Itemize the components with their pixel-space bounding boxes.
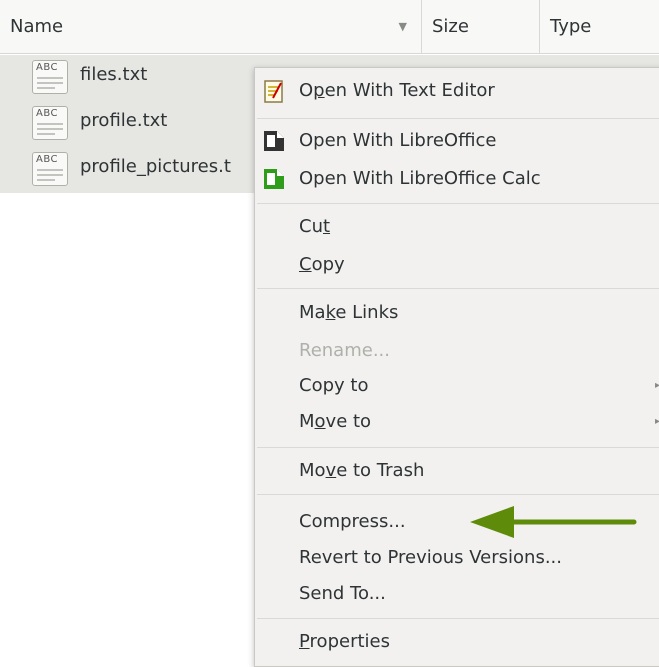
menu-label: Cu: [299, 216, 323, 237]
column-type-header[interactable]: Type: [540, 0, 659, 53]
menu-label: opy: [311, 254, 345, 275]
menu-item-revert-to-previous-versions[interactable]: Revert to Previous Versions...: [299, 540, 562, 576]
menu-mnemonic: C: [299, 254, 312, 275]
menu-item-move-to-trash[interactable]: Move to Trash: [299, 453, 424, 489]
menu-item-send-to[interactable]: Send To...: [299, 576, 386, 612]
menu-label: en With Text Editor: [324, 80, 495, 101]
column-name-header[interactable]: Name ▼: [0, 0, 422, 53]
context-menu: Open With Text Editor Open With LibreOff…: [254, 67, 659, 667]
menu-item-move-to[interactable]: Move to: [299, 404, 371, 440]
menu-mnemonic: P: [299, 631, 310, 652]
submenu-arrow-icon: ▸: [655, 380, 659, 391]
menu-mnemonic: k: [325, 302, 336, 323]
menu-label: Rename...: [299, 340, 390, 361]
menu-item-make-links[interactable]: Make Links: [299, 295, 398, 331]
menu-mnemonic: p: [313, 80, 325, 101]
menu-label: Revert to Previous Versions...: [299, 547, 562, 568]
menu-item-open-with-libreoffice-calc[interactable]: Open With LibreOffice Calc: [299, 161, 541, 197]
file-icon-text: ABC: [36, 108, 59, 119]
menu-item-cut[interactable]: Cut: [299, 209, 330, 245]
libreoffice-icon: [264, 131, 284, 151]
column-size-header[interactable]: Size: [422, 0, 540, 53]
file-name: profile.txt: [80, 110, 168, 131]
submenu-arrow-icon: ▸: [655, 416, 659, 427]
menu-item-properties[interactable]: Properties: [299, 624, 390, 660]
menu-mnemonic: t: [322, 216, 331, 237]
menu-label: Copy to: [299, 375, 369, 396]
file-name: files.txt: [80, 64, 148, 85]
sort-descending-icon: ▼: [398, 20, 407, 33]
menu-item-copy[interactable]: Copy: [299, 247, 345, 283]
menu-item-open-with-text-editor[interactable]: Open With Text Editor: [299, 73, 495, 109]
menu-label: Open With LibreOffice Calc: [299, 168, 541, 189]
text-file-icon: ABC: [32, 60, 68, 94]
menu-label: M: [299, 411, 315, 432]
file-icon-text: ABC: [36, 62, 59, 73]
menu-label: O: [299, 80, 314, 101]
text-file-icon: ABC: [32, 106, 68, 140]
menu-label: Ma: [299, 302, 326, 323]
menu-mnemonic: o: [314, 411, 326, 432]
column-name-label: Name: [10, 16, 64, 37]
menu-label: ve to: [325, 411, 372, 432]
menu-mnemonic: v: [325, 460, 337, 481]
menu-label: Compress...: [299, 511, 406, 532]
column-header: Name ▼ Size Type: [0, 0, 659, 54]
text-file-icon: ABC: [32, 152, 68, 186]
file-name: profile_pictures.t: [80, 156, 231, 177]
menu-item-open-with-libreoffice[interactable]: Open With LibreOffice: [299, 123, 496, 159]
menu-item-rename: Rename...: [299, 333, 390, 369]
menu-label: e to Trash: [336, 460, 425, 481]
annotation-arrow-icon: [470, 506, 637, 538]
column-size-label: Size: [432, 16, 469, 37]
menu-label: Open With LibreOffice: [299, 130, 497, 151]
menu-label: roperties: [309, 631, 390, 652]
menu-label: e Links: [335, 302, 399, 323]
menu-label: Send To...: [299, 583, 386, 604]
libreoffice-calc-icon: [264, 169, 284, 189]
column-type-label: Type: [550, 16, 592, 37]
menu-item-compress[interactable]: Compress...: [299, 504, 406, 540]
menu-label: Mo: [299, 460, 326, 481]
file-icon-text: ABC: [36, 154, 59, 165]
menu-item-copy-to[interactable]: Copy to: [299, 368, 368, 404]
text-editor-icon: [264, 80, 283, 103]
